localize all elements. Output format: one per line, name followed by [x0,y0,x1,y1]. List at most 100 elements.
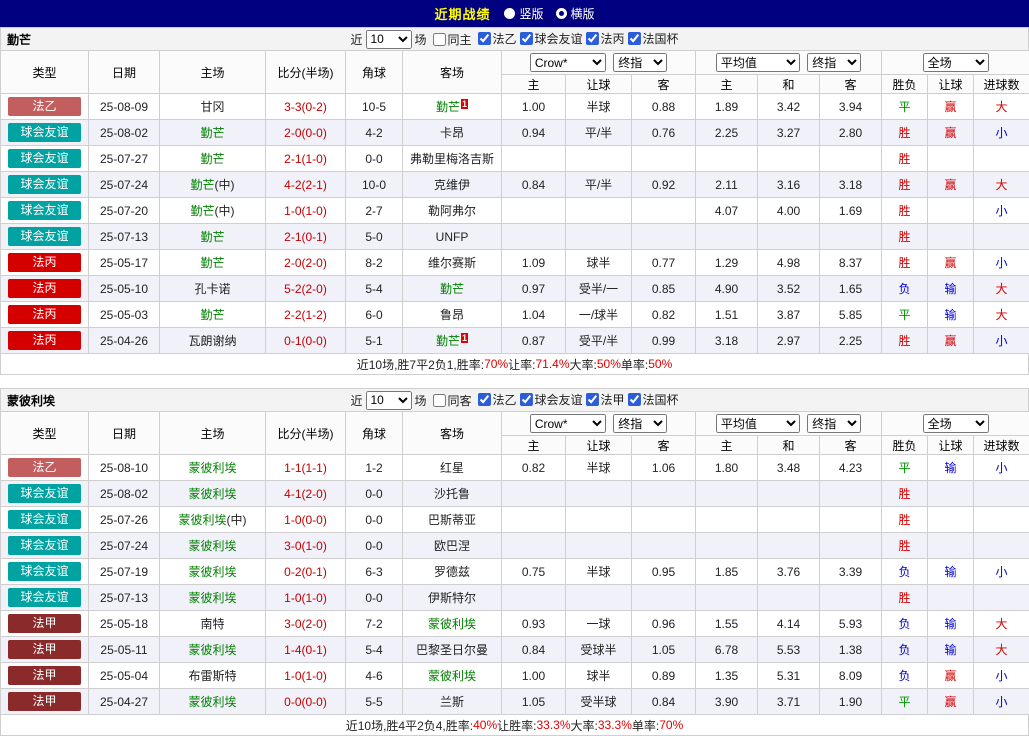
euro-final-select[interactable]: 终指 [807,53,861,72]
date-col-header: 日期 [89,412,160,455]
same-venue-filter[interactable]: 同主 [431,31,471,48]
euro-home-header: 主 [696,75,758,94]
corner-cell: 5-4 [346,276,403,302]
match-row: 球会友谊25-07-13蒙彼利埃1-0(1-0)0-0伊斯特尔胜 [1,585,1029,611]
euro-draw-odds-cell: 3.76 [758,559,820,585]
league-filter-checkbox[interactable] [628,393,641,406]
league-type-badge: 法乙 [8,458,81,477]
asia-away-odds-cell [632,533,696,559]
league-type-cell: 法丙 [1,328,89,354]
summary-text: 胜率: [446,717,473,734]
away-team-cell: 弗勒里梅洛吉斯 [403,146,502,172]
league-filter-checkbox[interactable] [520,393,533,406]
league-filter-checkbox[interactable] [586,393,599,406]
handicap-result-cell: 赢 [928,689,974,715]
same-venue-filter[interactable]: 同客 [431,392,471,409]
asia-handicap-cell [566,585,632,611]
match-count-select[interactable]: 10 [365,30,411,49]
league-filter-checkbox[interactable] [628,32,641,45]
asia-handicap-cell: 平/半 [566,120,632,146]
score-cell: 2-1(0-1) [266,224,346,250]
euro-final-select[interactable]: 终指 [807,414,861,433]
winlose-cell: 平 [882,302,928,328]
asia-away-odds-cell [632,507,696,533]
handicap-result-cell [928,533,974,559]
handicap-result-col-header: 让球 [928,75,974,94]
matches-label: 场 [414,392,426,409]
average-select[interactable]: 平均值 [716,414,800,433]
team-name-text: 鲁昂 [440,308,464,322]
league-filter[interactable]: 法丙 [585,30,625,47]
summary-value: 33.3% [536,718,570,732]
match-count-select[interactable]: 10 [365,391,411,410]
away-team-cell: 蒙彼利埃 [403,663,502,689]
euro-draw-odds-cell: 4.98 [758,250,820,276]
league-filter[interactable]: 法国杯 [627,391,679,408]
euro-draw-header: 和 [758,436,820,455]
league-filter-checkbox[interactable] [586,32,599,45]
asia-away-odds-cell: 0.84 [632,689,696,715]
same-venue-checkbox[interactable] [432,394,445,407]
asia-home-odds-cell: 0.82 [502,455,566,481]
goals-result-cell: 小 [974,120,1029,146]
goals-result-cell: 小 [974,250,1029,276]
date-cell: 25-07-24 [89,533,160,559]
home-team-cell: 勤芒(中) [160,172,266,198]
view-mode-radio[interactable]: 竖版 [504,5,543,22]
euro-home-odds-cell: 4.07 [696,198,758,224]
team-name-text: 欧巴涅 [434,539,470,553]
league-filter[interactable]: 球会友谊 [519,391,583,408]
asia-final-select[interactable]: 终指 [613,53,667,72]
winlose-cell: 胜 [882,533,928,559]
scope-select[interactable]: 全场 [923,414,989,433]
league-filter-checkbox[interactable] [520,32,533,45]
scope-select[interactable]: 全场 [923,53,989,72]
average-select[interactable]: 平均值 [716,53,800,72]
score-cell: 3-0(2-0) [266,611,346,637]
winlose-cell: 胜 [882,172,928,198]
league-filter-label: 法乙 [492,30,516,47]
summary-text: 近10场,胜7平2负1, [357,356,457,373]
team-name-text: 弗勒里梅洛吉斯 [410,152,494,166]
bookmaker-select[interactable]: Crow* [530,414,606,433]
league-filter[interactable]: 法乙 [476,391,516,408]
euro-odds-group-header: 平均值 终指 [696,412,882,436]
team-name-text: 蒙彼利埃 [188,643,236,657]
view-mode-radio[interactable]: 横版 [556,5,595,22]
league-filter-checkbox[interactable] [477,32,490,45]
euro-draw-odds-cell: 5.31 [758,663,820,689]
league-filter[interactable]: 法甲 [585,391,625,408]
league-filter[interactable]: 球会友谊 [519,30,583,47]
asia-final-select[interactable]: 终指 [613,414,667,433]
euro-draw-odds-cell: 4.00 [758,198,820,224]
asia-handicap-cell: 平/半 [566,172,632,198]
score-cell: 1-1(1-1) [266,455,346,481]
neutral-ground-suffix: (中) [227,513,247,527]
summary-value: 70% [659,718,683,732]
league-filter[interactable]: 法国杯 [627,30,679,47]
corner-cell: 0-0 [346,507,403,533]
league-filter[interactable]: 法乙 [476,30,516,47]
league-type-cell: 球会友谊 [1,224,89,250]
bookmaker-select[interactable]: Crow* [530,53,606,72]
league-type-cell: 球会友谊 [1,198,89,224]
away-team-cell: 克维伊 [403,172,502,198]
corner-cell: 5-5 [346,689,403,715]
goals-result-cell: 小 [974,198,1029,224]
euro-away-odds-cell: 2.25 [820,328,882,354]
score-cell: 1-0(1-0) [266,198,346,224]
euro-away-odds-cell: 1.38 [820,637,882,663]
asia-home-odds-cell: 0.93 [502,611,566,637]
away-team-cell: UNFP [403,224,502,250]
goals-result-cell: 小 [974,455,1029,481]
team-name-text: UNFP [436,230,469,244]
asia-away-odds-cell: 0.77 [632,250,696,276]
match-row: 球会友谊25-07-24勤芒(中)4-2(2-1)10-0克维伊0.84平/半0… [1,172,1029,198]
corner-cell: 1-2 [346,455,403,481]
euro-home-odds-cell: 2.11 [696,172,758,198]
home-team-cell: 蒙彼利埃 [160,585,266,611]
asia-handicap-cell [566,224,632,250]
league-filter-checkbox[interactable] [477,393,490,406]
same-venue-checkbox[interactable] [432,33,445,46]
euro-draw-odds-cell [758,146,820,172]
